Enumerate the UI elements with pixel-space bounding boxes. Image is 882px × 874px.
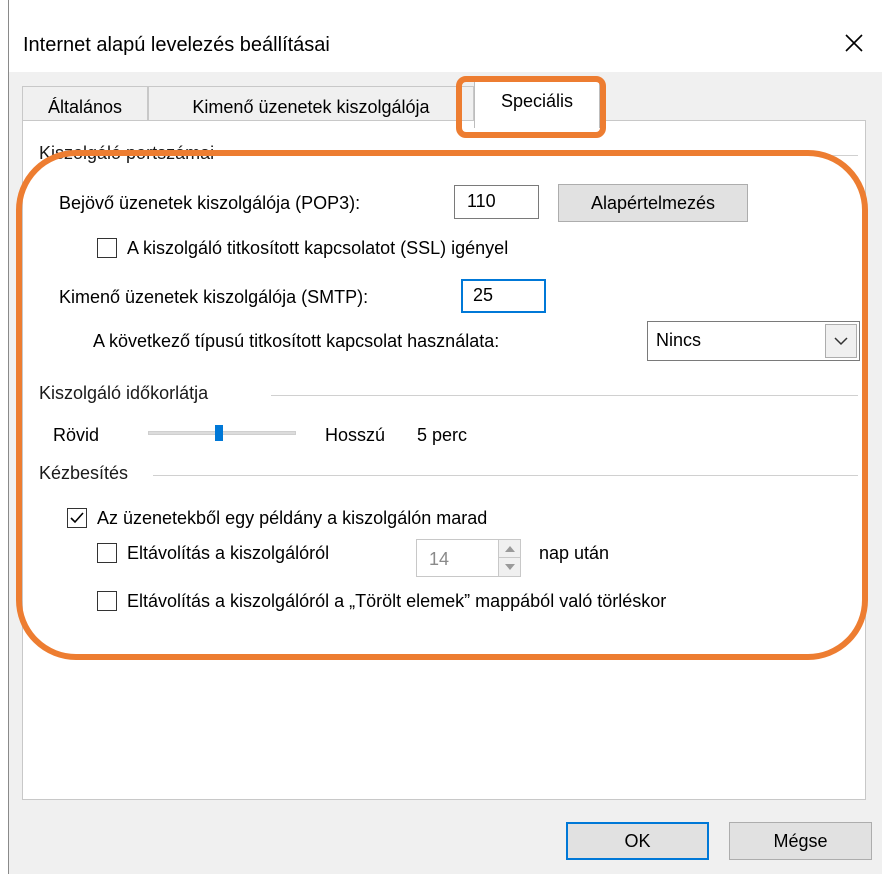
cancel-button[interactable]: Mégse xyxy=(729,822,872,860)
settings-highlight-outline xyxy=(16,150,868,660)
ok-button[interactable]: OK xyxy=(566,822,709,860)
close-icon xyxy=(845,34,863,52)
tab-highlight-outline xyxy=(456,76,606,138)
tab-general-label: Általános xyxy=(47,97,123,117)
tab-outgoing-server-label: Kimenő üzenetek kiszolgálója xyxy=(192,97,430,117)
close-button[interactable] xyxy=(839,28,869,58)
ok-button-label: OK xyxy=(624,831,651,851)
title-bar: Internet alapú levelezés beállításai xyxy=(9,6,882,72)
cancel-button-label: Mégse xyxy=(773,831,828,851)
window-title: Internet alapú levelezés beállításai xyxy=(23,34,330,56)
